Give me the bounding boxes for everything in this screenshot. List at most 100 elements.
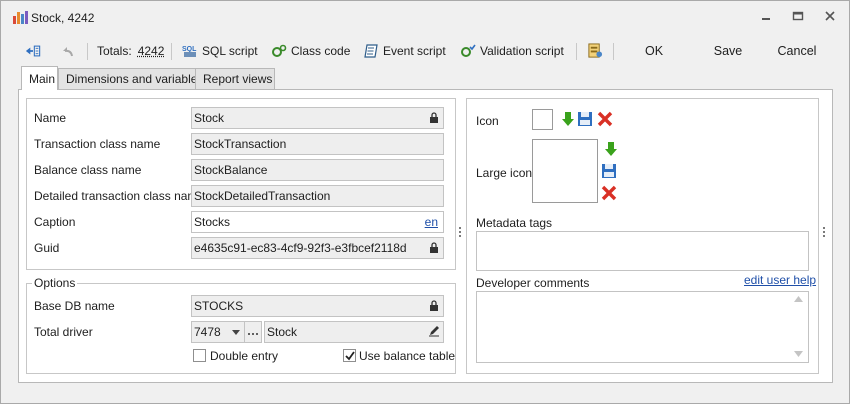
detailed-transaction-class-value: StockDetailedTransaction (194, 189, 331, 203)
caption-input[interactable]: Stocks en (191, 211, 444, 233)
toolbar: Totals: 4242 SQL SQL script Class code E… (1, 39, 849, 63)
balance-class-label: Balance class name (34, 163, 142, 177)
event-script-button[interactable]: Event script (363, 39, 446, 63)
options-group-label: Options (32, 276, 78, 290)
guid-value: e4635c91-ec83-4cf9-92f3-e3fbcef2118d (194, 241, 407, 255)
scroll-down-arrow-icon[interactable] (794, 351, 803, 357)
metadata-tags-input[interactable] (476, 231, 809, 271)
minimize-icon[interactable] (759, 9, 773, 23)
double-entry-checkbox[interactable] (193, 349, 206, 362)
caption-language-link[interactable]: en (425, 212, 438, 232)
save-large-icon-button[interactable] (601, 163, 619, 181)
checkmark-icon (345, 351, 355, 361)
toolbar-separator (171, 43, 172, 60)
back-button[interactable] (60, 39, 80, 63)
sql-script-button[interactable]: SQL SQL script (182, 39, 258, 63)
total-driver-browse-button[interactable] (244, 321, 262, 343)
tab-main[interactable]: Main (21, 66, 58, 90)
name-label: Name (34, 111, 67, 125)
ok-button[interactable]: OK (631, 39, 677, 63)
undo-arrow-icon (63, 47, 73, 57)
sql-icon: SQL (182, 46, 197, 57)
tab-panel-main: Name Stock Transaction class name StockT… (18, 89, 833, 383)
tab-dimensions-and-variables[interactable]: Dimensions and variables (58, 68, 215, 90)
title-bar: Stock, 4242 (1, 1, 849, 31)
base-db-name-label: Base DB name (34, 299, 115, 313)
collapse-panel-button[interactable] (25, 39, 45, 63)
panel-arrow-icon (25, 45, 41, 57)
use-balance-table-checkbox[interactable] (343, 349, 356, 362)
cancel-button[interactable]: Cancel (771, 39, 823, 63)
green-down-arrow-icon (562, 112, 574, 126)
chevron-down-icon[interactable] (232, 330, 240, 335)
base-db-name-field: STOCKS (191, 295, 444, 317)
developer-comments-label: Developer comments (476, 276, 590, 290)
transaction-class-value: StockTransaction (194, 137, 287, 151)
lock-icon (430, 112, 438, 123)
totals-value-link[interactable]: 4242 (138, 44, 165, 58)
total-driver-name-field: Stock (264, 321, 444, 343)
green-down-arrow-icon (605, 142, 617, 156)
main-properties-pane: Name Stock Transaction class name StockT… (26, 98, 456, 270)
floppy-disk-icon (602, 164, 616, 178)
options-group: Options Base DB name STOCKS Total driver… (26, 276, 456, 374)
lock-icon (430, 242, 438, 253)
totals-display: Totals: 4242 (97, 39, 164, 63)
total-driver-name-value: Stock (267, 325, 298, 339)
transaction-class-label: Transaction class name (34, 137, 161, 151)
validation-script-button[interactable]: Validation script (460, 39, 564, 63)
gears-icon (272, 44, 287, 57)
script-scroll-icon (364, 44, 378, 58)
delete-icon-button[interactable] (597, 111, 615, 129)
metadata-tags-label: Metadata tags (476, 216, 553, 230)
right-splitter-grip[interactable] (823, 227, 826, 241)
toolbar-separator (576, 43, 577, 60)
sql-script-label: SQL script (202, 44, 258, 58)
transaction-class-field: StockTransaction (191, 133, 444, 155)
tab-report-views[interactable]: Report views (195, 68, 275, 90)
dialog-window: Stock, 4242 Totals: 4242 SQL SQL script … (0, 0, 850, 404)
caption-value: Stocks (194, 215, 231, 229)
left-splitter-grip[interactable] (459, 227, 462, 241)
event-script-label: Event script (383, 44, 446, 58)
large-icon-preview (532, 139, 598, 203)
guid-field: e4635c91-ec83-4cf9-92f3-e3fbcef2118d (191, 237, 444, 259)
icon-label: Icon (476, 114, 499, 128)
base-db-name-value: STOCKS (194, 299, 244, 313)
lock-icon (430, 300, 438, 311)
close-icon[interactable] (823, 9, 837, 23)
total-driver-id-combo[interactable]: 7478 (191, 321, 245, 343)
load-large-icon-button[interactable] (600, 141, 618, 159)
toolbar-separator (613, 43, 614, 60)
save-button[interactable]: Save (704, 39, 752, 63)
report-icon (588, 43, 603, 58)
name-value: Stock (194, 111, 225, 125)
report-button[interactable] (587, 39, 607, 63)
maximize-icon[interactable] (791, 9, 805, 23)
total-driver-id-value: 7478 (194, 325, 221, 339)
red-x-icon (597, 111, 613, 127)
delete-large-icon-button[interactable] (601, 185, 619, 203)
class-code-label: Class code (291, 44, 351, 58)
class-code-button[interactable]: Class code (271, 39, 350, 63)
icons-and-tags-pane: Icon Large icon Metadata tags Developer … (466, 98, 819, 374)
developer-comments-input[interactable] (476, 291, 809, 363)
totals-label: Totals: (97, 44, 132, 58)
save-icon-button[interactable] (577, 111, 595, 129)
double-entry-label: Double entry (210, 349, 279, 363)
use-balance-table-label: Use balance table (359, 349, 456, 363)
validation-script-label: Validation script (480, 44, 564, 58)
large-icon-label: Large icon (476, 166, 533, 180)
balance-class-value: StockBalance (194, 163, 268, 177)
edit-user-help-link[interactable]: edit user help (744, 273, 816, 287)
toolbar-separator (87, 43, 88, 60)
pencil-icon[interactable] (428, 325, 440, 337)
name-field: Stock (191, 107, 444, 129)
scroll-up-arrow-icon[interactable] (794, 296, 803, 302)
window-title: Stock, 4242 (31, 11, 95, 25)
validation-gears-icon (461, 44, 476, 57)
floppy-disk-icon (578, 112, 592, 126)
caption-label: Caption (34, 215, 76, 229)
load-icon-button[interactable] (557, 111, 575, 129)
bar-chart-app-icon (13, 11, 28, 24)
